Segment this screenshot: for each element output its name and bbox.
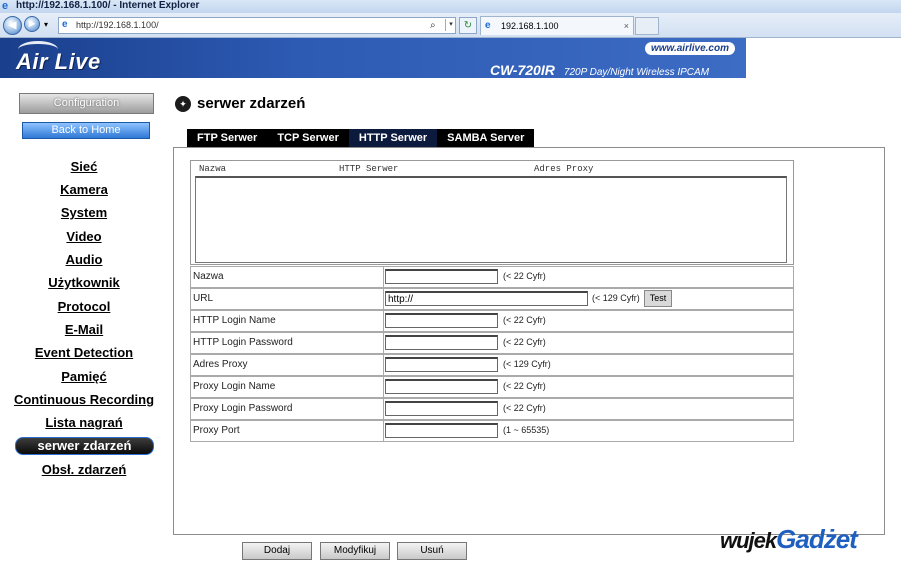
- new-tab-button[interactable]: [635, 17, 659, 35]
- address-bar[interactable]: e http://192.168.1.100/ ⌕ ▾: [58, 17, 456, 34]
- divider: [383, 421, 384, 441]
- divider: [383, 333, 384, 353]
- form-row-proxy-port: Proxy Port (1 ~ 65535): [190, 420, 794, 442]
- back-arrow-icon[interactable]: ◀: [3, 16, 22, 35]
- form-row-http-login-name: HTTP Login Name (< 22 Cyfr): [190, 310, 794, 332]
- add-button[interactable]: Dodaj: [242, 542, 312, 560]
- field-hint: (< 22 Cyfr): [503, 315, 546, 325]
- field-label: Proxy Login Name: [193, 381, 276, 392]
- url-input[interactable]: [385, 291, 588, 306]
- watermark-part2: Gadżet: [776, 524, 858, 554]
- search-icon[interactable]: ⌕: [430, 18, 436, 33]
- proxy-login-name-input[interactable]: [385, 379, 498, 394]
- form-row-proxy-login-name: Proxy Login Name (< 22 Cyfr): [190, 376, 794, 398]
- configuration-button[interactable]: Configuration: [19, 93, 154, 114]
- sidebar-item-pamiec[interactable]: Pamięć: [0, 369, 168, 384]
- http-login-password-input[interactable]: [385, 335, 498, 350]
- browser-tab[interactable]: e 192.168.1.100 ×: [480, 16, 634, 35]
- field-label: Proxy Login Password: [193, 403, 293, 414]
- field-hint: (1 ~ 65535): [503, 425, 550, 435]
- form-row-url: URL (< 129 Cyfr) Test: [190, 288, 794, 310]
- sidebar-item-uzytkownik[interactable]: Użytkownik: [0, 275, 168, 290]
- field-label: Nazwa: [193, 271, 224, 282]
- tab-page-icon: e: [485, 20, 491, 31]
- divider: [383, 289, 384, 309]
- tab-close-icon[interactable]: ×: [624, 17, 629, 35]
- ie-logo-icon: e: [2, 0, 9, 12]
- back-to-home-button[interactable]: Back to Home: [22, 122, 150, 139]
- divider: [383, 267, 384, 287]
- forward-arrow-icon[interactable]: ▶: [24, 16, 40, 32]
- test-button[interactable]: Test: [644, 290, 672, 307]
- http-login-name-input[interactable]: [385, 313, 498, 328]
- list-header-http-serwer: HTTP Serwer: [339, 164, 399, 174]
- browser-navbar: ◀ ▶ ▾ e http://192.168.1.100/ ⌕ ▾ ↻ e 19…: [0, 13, 901, 38]
- address-dropdown-icon[interactable]: ▾: [445, 19, 456, 31]
- tab-label: 192.168.1.100: [501, 21, 559, 31]
- page-title: serwer zdarzeń: [197, 95, 306, 112]
- proxy-login-password-input[interactable]: [385, 401, 498, 416]
- window-title: http://192.168.1.100/ - Internet Explore…: [16, 0, 200, 11]
- sidebar-item-serwer-zdarzen[interactable]: serwer zdarzeń: [15, 437, 154, 455]
- field-label: Adres Proxy: [193, 359, 248, 370]
- history-dropdown-icon[interactable]: ▾: [44, 20, 48, 29]
- server-tabs: FTP Serwer TCP Serwer HTTP Serwer SAMBA Ser…: [187, 129, 535, 147]
- divider: [383, 355, 384, 375]
- tab-ftp-serwer[interactable]: FTP Serwer: [187, 129, 267, 147]
- window-titlebar: e http://192.168.1.100/ - Internet Explo…: [0, 0, 901, 13]
- form-row-nazwa: Nazwa (< 22 Cyfr): [190, 266, 794, 288]
- field-label: URL: [193, 293, 214, 304]
- nazwa-input[interactable]: [385, 269, 498, 284]
- tab-samba-server[interactable]: SAMBA Server: [437, 129, 534, 147]
- delete-button[interactable]: Usuń: [397, 542, 467, 560]
- header-banner: Air Live www.airlive.com CW-720IR 720P D…: [0, 38, 746, 78]
- page-header-icon: ✦: [175, 96, 191, 112]
- divider: [383, 377, 384, 397]
- form-row-adres-proxy: Adres Proxy (< 129 Cyfr): [190, 354, 794, 376]
- watermark-part1: wujek: [720, 528, 777, 553]
- site-link[interactable]: www.airlive.com: [645, 42, 735, 55]
- sidebar-item-continuous-recording[interactable]: Continuous Recording: [0, 392, 168, 407]
- form-row-http-login-password: HTTP Login Password (< 22 Cyfr): [190, 332, 794, 354]
- list-header-nazwa: Nazwa: [199, 164, 227, 174]
- model-name: CW-720IR: [490, 62, 555, 78]
- divider: [383, 311, 384, 331]
- sidebar-item-email[interactable]: E-Mail: [0, 322, 168, 337]
- field-hint: (< 22 Cyfr): [503, 403, 546, 413]
- model-info: CW-720IR 720P Day/Night Wireless IPCAM: [490, 62, 709, 78]
- proxy-port-input[interactable]: [385, 423, 498, 438]
- divider: [383, 399, 384, 419]
- adres-proxy-input[interactable]: [385, 357, 498, 372]
- refresh-icon[interactable]: ↻: [459, 17, 477, 34]
- list-header-adres-proxy: Adres Proxy: [534, 164, 594, 174]
- field-hint: (< 129 Cyfr): [503, 359, 551, 369]
- sidebar-item-siec[interactable]: Sieć: [0, 159, 168, 174]
- field-label: Proxy Port: [193, 425, 240, 436]
- modify-button[interactable]: Modyfikuj: [320, 542, 390, 560]
- page-icon: e: [62, 19, 68, 30]
- sidebar-item-obsl-zdarzen[interactable]: Obsł. zdarzeń: [0, 462, 168, 477]
- watermark-logo: wujekGadżet: [720, 524, 858, 555]
- tab-http-serwer[interactable]: HTTP Serwer: [348, 129, 438, 147]
- brand-logo: Air Live: [16, 49, 101, 74]
- form-row-proxy-login-password: Proxy Login Password (< 22 Cyfr): [190, 398, 794, 420]
- sidebar-item-system[interactable]: System: [0, 205, 168, 220]
- tab-tcp-serwer[interactable]: TCP Serwer: [267, 129, 349, 147]
- field-hint: (< 22 Cyfr): [503, 337, 546, 347]
- server-list: Nazwa HTTP Serwer Adres Proxy: [190, 160, 794, 265]
- sidebar-item-lista-nagran[interactable]: Lista nagrań: [0, 415, 168, 430]
- field-hint: (< 22 Cyfr): [503, 271, 546, 281]
- sidebar-item-protocol[interactable]: Protocol: [0, 299, 168, 314]
- field-label: HTTP Login Password: [193, 337, 293, 348]
- sidebar-item-video[interactable]: Video: [0, 229, 168, 244]
- server-list-box[interactable]: [195, 176, 787, 263]
- sidebar-item-kamera[interactable]: Kamera: [0, 182, 168, 197]
- field-label: HTTP Login Name: [193, 315, 276, 326]
- field-hint: (< 22 Cyfr): [503, 381, 546, 391]
- sidebar-item-audio[interactable]: Audio: [0, 252, 168, 267]
- address-text: http://192.168.1.100/: [76, 20, 159, 30]
- field-hint: (< 129 Cyfr): [592, 293, 640, 303]
- sidebar-item-event-detection[interactable]: Event Detection: [0, 345, 168, 360]
- model-description: 720P Day/Night Wireless IPCAM: [563, 67, 710, 78]
